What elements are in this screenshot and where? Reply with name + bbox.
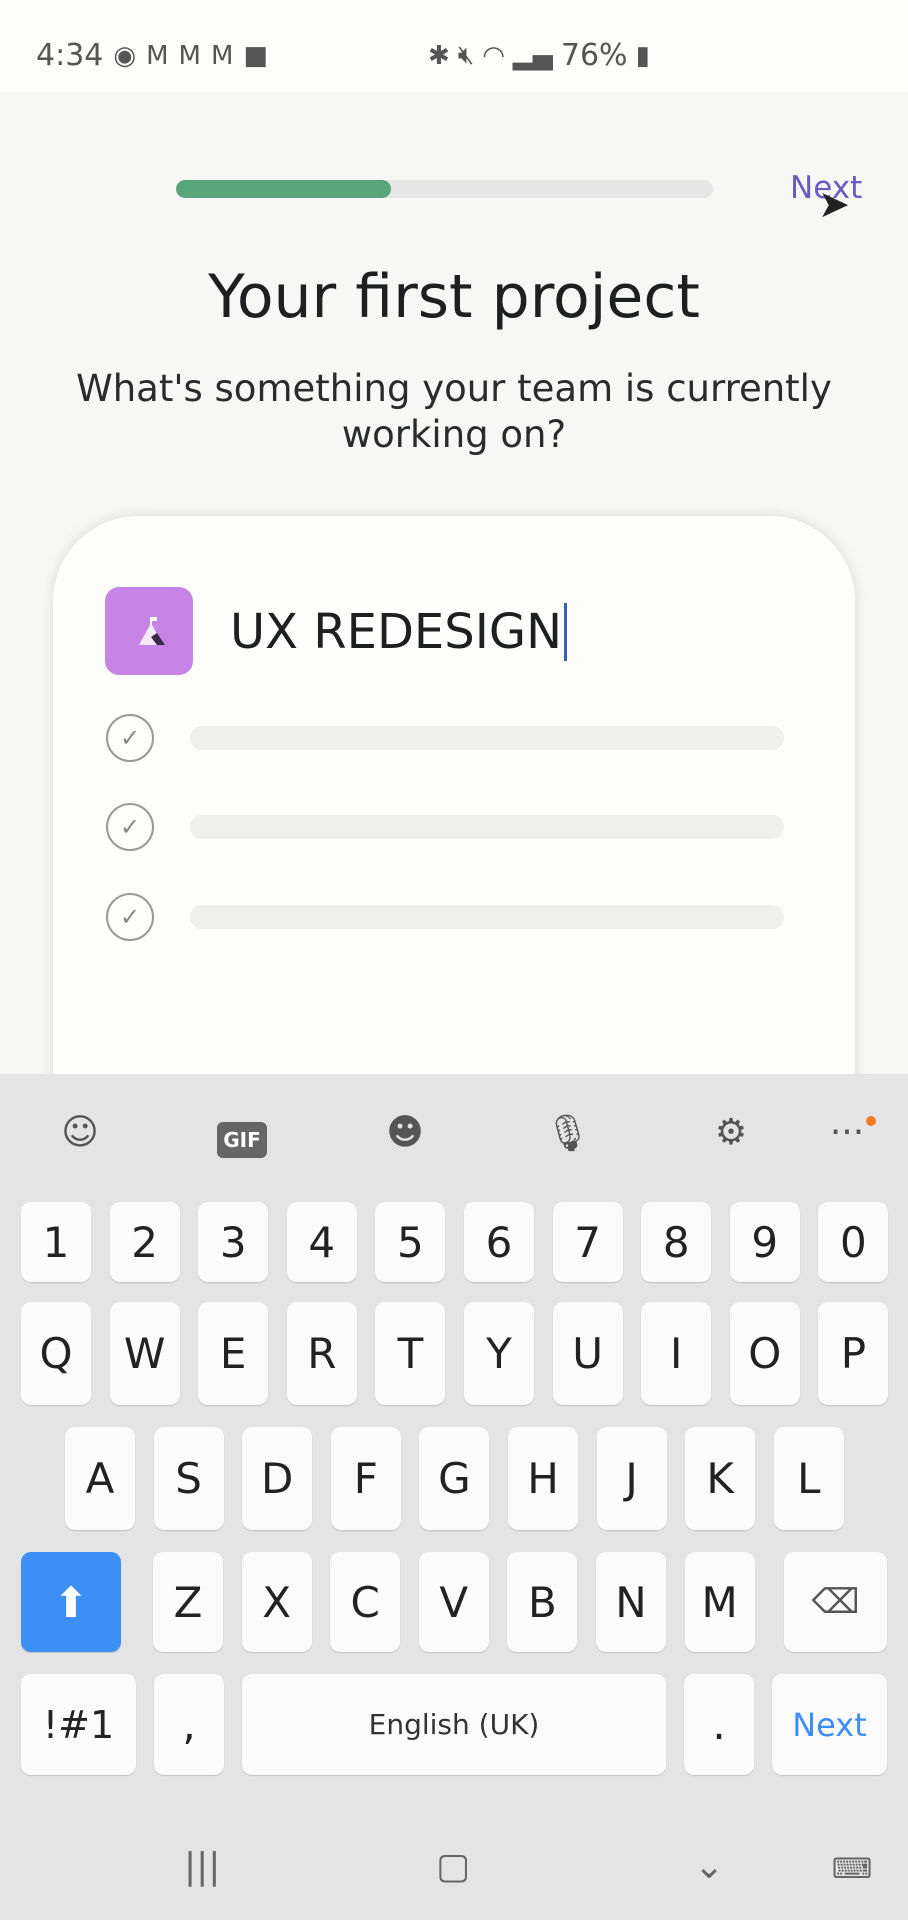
recent-apps-button[interactable]: ||| xyxy=(184,1846,220,1887)
mute-icon: 🔇︎ xyxy=(457,40,475,70)
project-name-input[interactable]: UX REDESIGN xyxy=(230,603,567,661)
text-caret xyxy=(563,603,567,661)
gmail-icon: M xyxy=(210,40,234,71)
key-y[interactable]: Y xyxy=(464,1302,534,1405)
key-t[interactable]: T xyxy=(375,1302,446,1405)
key-1[interactable]: 1 xyxy=(21,1202,91,1282)
key-l[interactable]: L xyxy=(773,1427,844,1530)
key-s[interactable]: S xyxy=(153,1427,224,1530)
key-3[interactable]: 3 xyxy=(198,1202,269,1282)
keyboard-next-key[interactable]: Next xyxy=(772,1674,887,1775)
backspace-key[interactable]: ⌫ xyxy=(784,1552,887,1652)
shift-arrow-icon: ⬆ xyxy=(53,1577,89,1627)
key-8[interactable]: 8 xyxy=(641,1202,712,1282)
mountain-flag-icon xyxy=(139,617,165,645)
key-w[interactable]: W xyxy=(109,1302,180,1405)
page-title: Your first project xyxy=(208,262,700,332)
project-icon xyxy=(105,587,193,675)
more-icon[interactable]: ··· xyxy=(822,1112,872,1153)
key-d[interactable]: D xyxy=(242,1427,313,1530)
key-i[interactable]: I xyxy=(641,1302,712,1405)
placeholder-task-bar xyxy=(190,726,784,750)
signal-icon: ▂▄ xyxy=(512,40,553,71)
key-o[interactable]: O xyxy=(729,1302,800,1405)
check-circle-icon: ✓ xyxy=(106,893,154,941)
key-k[interactable]: K xyxy=(685,1427,756,1530)
key-p[interactable]: P xyxy=(818,1302,889,1405)
key-v[interactable]: V xyxy=(418,1552,489,1652)
key-9[interactable]: 9 xyxy=(729,1202,800,1282)
sticker-icon[interactable]: ☺ xyxy=(55,1112,105,1153)
notification-dot xyxy=(866,1116,876,1126)
project-name-text: UX REDESIGN xyxy=(230,604,562,660)
battery-percent: 76% xyxy=(560,38,628,73)
key-r[interactable]: R xyxy=(286,1302,357,1405)
symbols-key[interactable]: !#1 xyxy=(21,1674,136,1775)
status-bar: 4:34 ◉ M M M ■ ✱ 🔇︎ ◠ ▂▄ 76% ▮ xyxy=(0,0,908,92)
key-7[interactable]: 7 xyxy=(552,1202,623,1282)
key-c[interactable]: C xyxy=(330,1552,401,1652)
key-j[interactable]: J xyxy=(596,1427,667,1530)
microphone-icon[interactable]: 🎙︎ xyxy=(543,1112,593,1154)
settings-icon[interactable]: ⚙ xyxy=(706,1112,756,1153)
key-6[interactable]: 6 xyxy=(464,1202,534,1282)
key-0[interactable]: 0 xyxy=(818,1202,889,1282)
placeholder-task-bar xyxy=(190,905,784,929)
key-q[interactable]: Q xyxy=(21,1302,91,1405)
progress-fill xyxy=(176,180,391,198)
messenger-icon: ◉ xyxy=(113,40,137,71)
page-subtitle: What's something your team is currently … xyxy=(76,367,832,456)
progress-bar xyxy=(176,180,713,198)
key-a[interactable]: A xyxy=(65,1427,135,1530)
comma-key[interactable]: , xyxy=(154,1674,224,1775)
gif-button[interactable]: GIF xyxy=(217,1122,267,1158)
shift-key[interactable]: ⬆ xyxy=(21,1552,121,1652)
key-5[interactable]: 5 xyxy=(375,1202,446,1282)
key-n[interactable]: N xyxy=(596,1552,666,1652)
key-h[interactable]: H xyxy=(508,1427,578,1530)
time: 4:34 xyxy=(36,38,104,73)
bluetooth-icon: ✱ xyxy=(428,40,450,71)
key-g[interactable]: G xyxy=(419,1427,490,1530)
key-u[interactable]: U xyxy=(552,1302,623,1405)
period-key[interactable]: . xyxy=(684,1674,754,1775)
key-m[interactable]: M xyxy=(684,1552,755,1652)
emoji-icon[interactable]: ☻ xyxy=(380,1112,430,1153)
key-4[interactable]: 4 xyxy=(286,1202,357,1282)
key-f[interactable]: F xyxy=(330,1427,401,1530)
wifi-icon: ◠ xyxy=(482,40,505,71)
gmail-icon: M xyxy=(178,40,201,71)
check-circle-icon: ✓ xyxy=(106,803,154,851)
mouse-cursor-icon: ➤ xyxy=(818,182,850,226)
key-b[interactable]: B xyxy=(507,1552,578,1652)
backspace-icon: ⌫ xyxy=(811,1582,860,1622)
keyboard-switch-icon[interactable]: ⌨ xyxy=(832,1852,872,1885)
key-2[interactable]: 2 xyxy=(109,1202,180,1282)
home-button[interactable]: ▢ xyxy=(436,1846,470,1887)
space-key[interactable]: English (UK) xyxy=(242,1674,666,1775)
hide-keyboard-button[interactable]: ⌄ xyxy=(694,1846,724,1887)
key-x[interactable]: X xyxy=(241,1552,312,1652)
key-z[interactable]: Z xyxy=(153,1552,223,1652)
key-e[interactable]: E xyxy=(198,1302,269,1405)
check-circle-icon: ✓ xyxy=(106,714,154,762)
gmail-icon: M xyxy=(146,40,169,71)
placeholder-task-bar xyxy=(190,815,784,839)
video-icon: ■ xyxy=(243,40,268,71)
battery-icon: ▮ xyxy=(635,40,650,71)
